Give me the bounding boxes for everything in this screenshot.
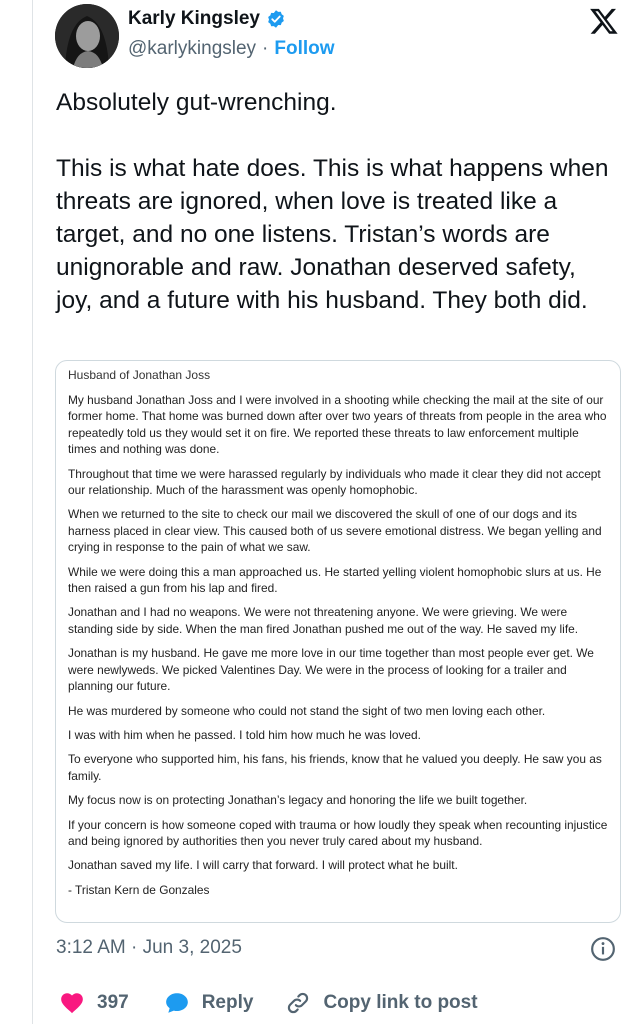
statement-image[interactable]: Husband of Jonathan Joss My husband Jona… [55, 360, 621, 923]
statement-paragraph: Throughout that time we were harassed re… [68, 466, 601, 498]
heart-icon [61, 993, 83, 1014]
copy-link-label: Copy link to post [323, 992, 478, 1013]
copy-link-button[interactable]: Copy link to post [285, 990, 478, 1016]
statement-paragraph: I was with him when he passed. I told hi… [68, 727, 421, 742]
statement-paragraph: My focus now is on protecting Jonathan’s… [68, 793, 528, 808]
tweet-card: Karly Kingsley @karlykingsley · Follow A… [32, 0, 633, 1024]
author-handle-row: @karlykingsley · Follow [128, 38, 335, 60]
like-count: 397 [97, 992, 129, 1013]
statement-paragraph: To everyone who supported him, his fans,… [68, 752, 602, 783]
author-name-row: Karly Kingsley [128, 8, 286, 30]
statement-paragraph: My husband Jonathan Joss and I were invo… [68, 393, 607, 457]
statement-header: Husband of Jonathan Joss [68, 368, 211, 382]
like-button[interactable]: 397 [59, 990, 129, 1016]
statement-paragraph: Jonathan saved my life. I will carry tha… [68, 858, 458, 873]
author-avatar[interactable] [55, 4, 119, 68]
reply-bubble-icon [165, 993, 188, 1013]
x-logo-icon[interactable] [589, 6, 619, 36]
link-icon [288, 992, 309, 1014]
info-icon[interactable] [590, 936, 616, 962]
tweet-text: Absolutely gut-wrenching. This is what h… [56, 89, 609, 314]
reply-label: Reply [201, 992, 254, 1013]
statement-body: My husband Jonathan Joss and I were invo… [68, 392, 608, 898]
action-bar: 397 Reply Copy link to post [56, 990, 478, 1016]
statement-paragraph: If your concern is how someone coped wit… [68, 817, 608, 848]
avatar-portrait-icon [55, 4, 119, 68]
verified-badge-icon [268, 10, 284, 28]
statement-paragraph: Jonathan is my husband. He gave me more … [68, 646, 594, 694]
reply-button[interactable]: Reply [164, 990, 254, 1016]
author-handle[interactable]: @karlykingsley [128, 38, 256, 60]
statement-paragraph: While we were doing this a man approache… [68, 564, 602, 596]
post-timestamp[interactable]: 3:12 AM · Jun 3, 2025 [56, 937, 242, 959]
statement-signature: - Tristan Kern de Gonzales [68, 882, 210, 897]
statement-paragraph: He was murdered by someone who could not… [68, 703, 546, 718]
handle-separator: · [262, 38, 269, 59]
follow-button[interactable]: Follow [274, 38, 334, 60]
statement-paragraph: When we returned to the site to check ou… [68, 507, 602, 555]
author-display-name[interactable]: Karly Kingsley [128, 8, 260, 30]
statement-paragraph: Jonathan and I had no weapons. We were n… [68, 605, 579, 636]
